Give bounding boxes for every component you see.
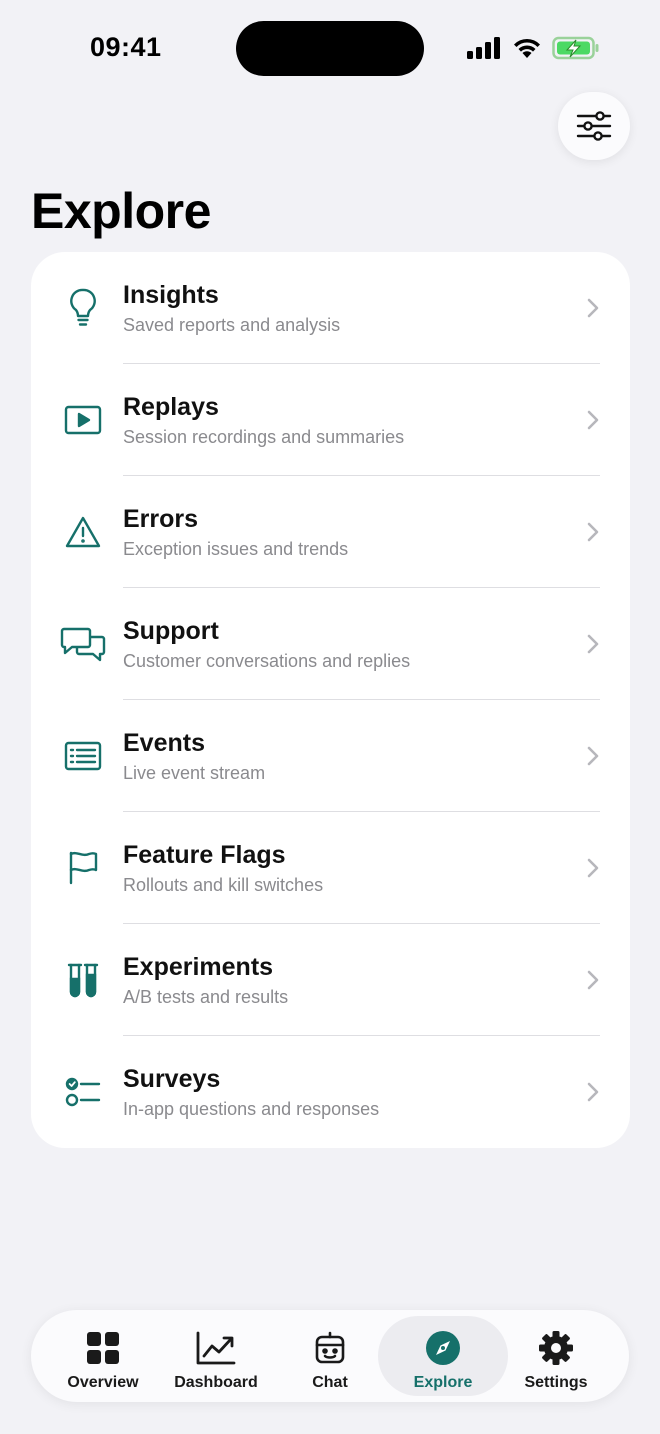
play-icon — [59, 398, 107, 442]
status-time: 09:41 — [90, 32, 162, 62]
chevron-right-icon — [587, 410, 599, 430]
chevron-right-icon — [587, 1082, 599, 1102]
chevron-right-icon — [587, 746, 599, 766]
flag-icon — [59, 846, 107, 890]
list-item-replays[interactable]: Replays Session recordings and summaries — [31, 364, 630, 476]
chevron-right-icon — [587, 634, 599, 654]
tab-dashboard[interactable]: Dashboard — [160, 1316, 272, 1396]
list-item-subtitle: Saved reports and analysis — [123, 315, 341, 335]
page-title: Explore — [31, 183, 211, 239]
list-item-title: Events — [123, 729, 205, 757]
cellular-signal-icon — [467, 37, 500, 59]
list-item-subtitle: Exception issues and trends — [123, 539, 349, 559]
list-item-title: Feature Flags — [123, 841, 286, 869]
filter-button[interactable] — [558, 92, 630, 160]
tab-settings[interactable]: Settings — [500, 1316, 612, 1396]
list-item-subtitle: Session recordings and summaries — [123, 427, 405, 447]
list-item-title: Replays — [123, 393, 219, 421]
list-item-subtitle: Rollouts and kill switches — [123, 875, 324, 895]
lightbulb-icon — [59, 286, 107, 330]
screen: 09:41 Explore Insights Saved reports and… — [0, 0, 660, 1434]
test-tubes-icon — [59, 958, 107, 1002]
tab-explore[interactable]: Explore — [378, 1316, 508, 1396]
gear-icon — [537, 1328, 575, 1368]
robot-icon — [313, 1328, 347, 1368]
list-item-insights[interactable]: Insights Saved reports and analysis — [31, 252, 630, 364]
sliders-icon — [576, 111, 612, 141]
list-item-support[interactable]: Support Customer conversations and repli… — [31, 588, 630, 700]
warning-icon — [59, 510, 107, 554]
list-item-feature-flags[interactable]: Feature Flags Rollouts and kill switches — [31, 812, 630, 924]
list-item-errors[interactable]: Errors Exception issues and trends — [31, 476, 630, 588]
line-chart-icon — [196, 1328, 236, 1368]
wifi-icon — [514, 38, 540, 58]
tab-overview[interactable]: Overview — [47, 1316, 159, 1396]
tab-label: Settings — [524, 1374, 588, 1391]
list-item-subtitle: In-app questions and responses — [123, 1099, 380, 1119]
tab-label: Dashboard — [174, 1374, 258, 1391]
list-item-title: Surveys — [123, 1065, 221, 1093]
status-icons — [466, 35, 600, 61]
list-item-title: Insights — [123, 281, 219, 309]
tab-label: Overview — [67, 1374, 139, 1391]
compass-icon — [425, 1328, 461, 1368]
list-item-subtitle: Customer conversations and replies — [123, 651, 411, 671]
list-item-title: Experiments — [123, 953, 274, 981]
dynamic-island — [236, 21, 424, 76]
checklist-icon — [59, 1070, 107, 1114]
tab-bar: Overview Dashboard Chat Explore Settings — [31, 1310, 629, 1402]
list-item-subtitle: A/B tests and results — [123, 987, 289, 1007]
chevron-right-icon — [587, 522, 599, 542]
tab-chat[interactable]: Chat — [274, 1316, 386, 1396]
list-icon — [59, 734, 107, 778]
battery-charging-icon — [552, 36, 599, 60]
chat-bubbles-icon — [59, 622, 107, 666]
tab-label: Explore — [413, 1374, 473, 1391]
chevron-right-icon — [587, 298, 599, 318]
list-item-title: Errors — [123, 505, 199, 533]
grid-icon — [86, 1328, 120, 1368]
list-item-title: Support — [123, 617, 219, 645]
explore-list: Insights Saved reports and analysis Repl… — [31, 252, 630, 1148]
list-item-experiments[interactable]: Experiments A/B tests and results — [31, 924, 630, 1036]
chevron-right-icon — [587, 858, 599, 878]
list-item-events[interactable]: Events Live event stream — [31, 700, 630, 812]
tab-label: Chat — [312, 1374, 348, 1391]
list-item-surveys[interactable]: Surveys In-app questions and responses — [31, 1036, 630, 1148]
list-item-subtitle: Live event stream — [123, 763, 266, 783]
chevron-right-icon — [587, 970, 599, 990]
